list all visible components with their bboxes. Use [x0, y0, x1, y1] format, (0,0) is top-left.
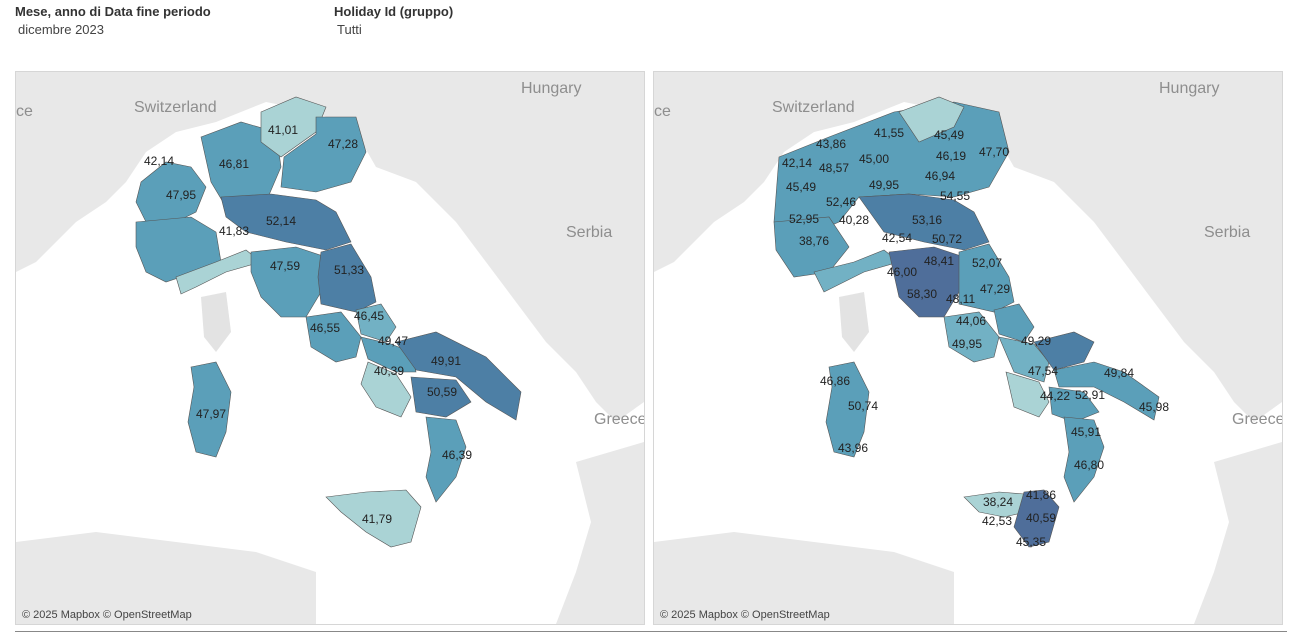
province-value: 58,30: [907, 287, 937, 301]
country-label: Switzerland: [134, 99, 217, 116]
province-value: 53,16: [912, 213, 942, 227]
province-value: 45,49: [934, 128, 964, 142]
province-value: 50,72: [932, 232, 962, 246]
filter-holiday-value[interactable]: Tutti: [334, 22, 453, 37]
province-value: 45,00: [859, 152, 889, 166]
province-value: 48,41: [924, 254, 954, 268]
province-value: 49,95: [869, 178, 899, 192]
filter-holiday-title: Holiday Id (gruppo): [334, 4, 454, 19]
province-value: 38,76: [799, 234, 829, 248]
filter-month[interactable]: Mese, anno di Data fine periodo dicembre…: [15, 4, 211, 37]
region-value: 47,95: [166, 188, 196, 202]
province-value: 45,98: [1139, 400, 1169, 414]
region-value: 49,91: [431, 354, 461, 368]
country-label: Serbia: [566, 224, 612, 241]
province-value: 42,54: [882, 231, 912, 245]
region-value: 40,39: [374, 364, 404, 378]
province-value: 46,19: [936, 149, 966, 163]
province-value: 54,55: [940, 189, 970, 203]
province-value: 47,29: [980, 282, 1010, 296]
province-value: 46,94: [925, 169, 955, 183]
province-value: 44,22: [1040, 389, 1070, 403]
filter-month-title: Mese, anno di Data fine periodo: [15, 4, 211, 19]
filter-holiday[interactable]: Holiday Id (gruppo) Tutti: [334, 4, 453, 37]
region-value: 41,83: [219, 224, 249, 238]
country-label: Greece: [1232, 411, 1282, 428]
province-value: 49,29: [1021, 334, 1051, 348]
filter-month-value[interactable]: dicembre 2023: [15, 22, 211, 37]
province-value: 49,84: [1104, 366, 1134, 380]
country-label: ce: [16, 103, 33, 120]
province-value: 45,49: [786, 180, 816, 194]
region-value: 47,28: [328, 137, 358, 151]
province-value: 46,86: [820, 374, 850, 388]
province-value: 46,80: [1074, 458, 1104, 472]
province-value: 50,74: [848, 399, 878, 413]
province-value: 41,55: [874, 126, 904, 140]
province-value: 47,54: [1028, 364, 1058, 378]
province-value: 52,46: [826, 195, 856, 209]
region-map[interactable]: Switzerland Hungary Serbia Greece ce 42,…: [15, 71, 645, 625]
province-value: 45,35: [1016, 535, 1046, 549]
country-label: Switzerland: [772, 99, 855, 116]
province-value: 46,00: [887, 265, 917, 279]
region-value: 46,45: [354, 309, 384, 323]
province-value: 52,07: [972, 256, 1002, 270]
region-value: 41,01: [268, 123, 298, 137]
province-value: 45,91: [1071, 425, 1101, 439]
province-value: 48,11: [946, 292, 975, 306]
region-value: 46,55: [310, 321, 340, 335]
region-value: 42,14: [144, 154, 174, 168]
region-value: 46,39: [442, 448, 472, 462]
bottom-divider: [15, 631, 1287, 632]
province-value: 40,59: [1026, 511, 1056, 525]
map-attribution[interactable]: © 2025 Mapbox © OpenStreetMap: [660, 609, 830, 621]
province-map[interactable]: Switzerland Hungary Serbia Greece ce 43,…: [653, 71, 1283, 625]
region-value: 47,97: [196, 407, 226, 421]
province-value: 43,86: [816, 137, 846, 151]
province-value: 41,86: [1026, 488, 1056, 502]
region-map-canvas[interactable]: Switzerland Hungary Serbia Greece ce 42,…: [16, 72, 644, 624]
province-value: 43,96: [838, 441, 868, 455]
region-value: 49,47: [378, 334, 408, 348]
country-label: Hungary: [1159, 80, 1219, 97]
province-value: 49,95: [952, 337, 982, 351]
province-value: 52,91: [1075, 388, 1105, 402]
province-value: 40,28: [839, 213, 869, 227]
province-value: 52,95: [789, 212, 819, 226]
province-value: 44,06: [956, 314, 986, 328]
province-map-canvas[interactable]: Switzerland Hungary Serbia Greece ce 43,…: [654, 72, 1282, 624]
region-value: 47,59: [270, 259, 300, 273]
province-value: 42,14: [782, 156, 812, 170]
region-value: 50,59: [427, 385, 457, 399]
country-label: ce: [654, 103, 671, 120]
region-value: 51,33: [334, 263, 364, 277]
region-value: 41,79: [362, 512, 392, 526]
province-value: 48,57: [819, 161, 849, 175]
province-value: 47,70: [979, 145, 1009, 159]
region-value: 46,81: [219, 157, 249, 171]
country-label: Greece: [594, 411, 644, 428]
province-value: 42,53: [982, 514, 1012, 528]
country-label: Hungary: [521, 80, 581, 97]
country-label: Serbia: [1204, 224, 1250, 241]
region-value: 52,14: [266, 214, 296, 228]
province-value: 38,24: [983, 495, 1013, 509]
map-attribution[interactable]: © 2025 Mapbox © OpenStreetMap: [22, 609, 192, 621]
